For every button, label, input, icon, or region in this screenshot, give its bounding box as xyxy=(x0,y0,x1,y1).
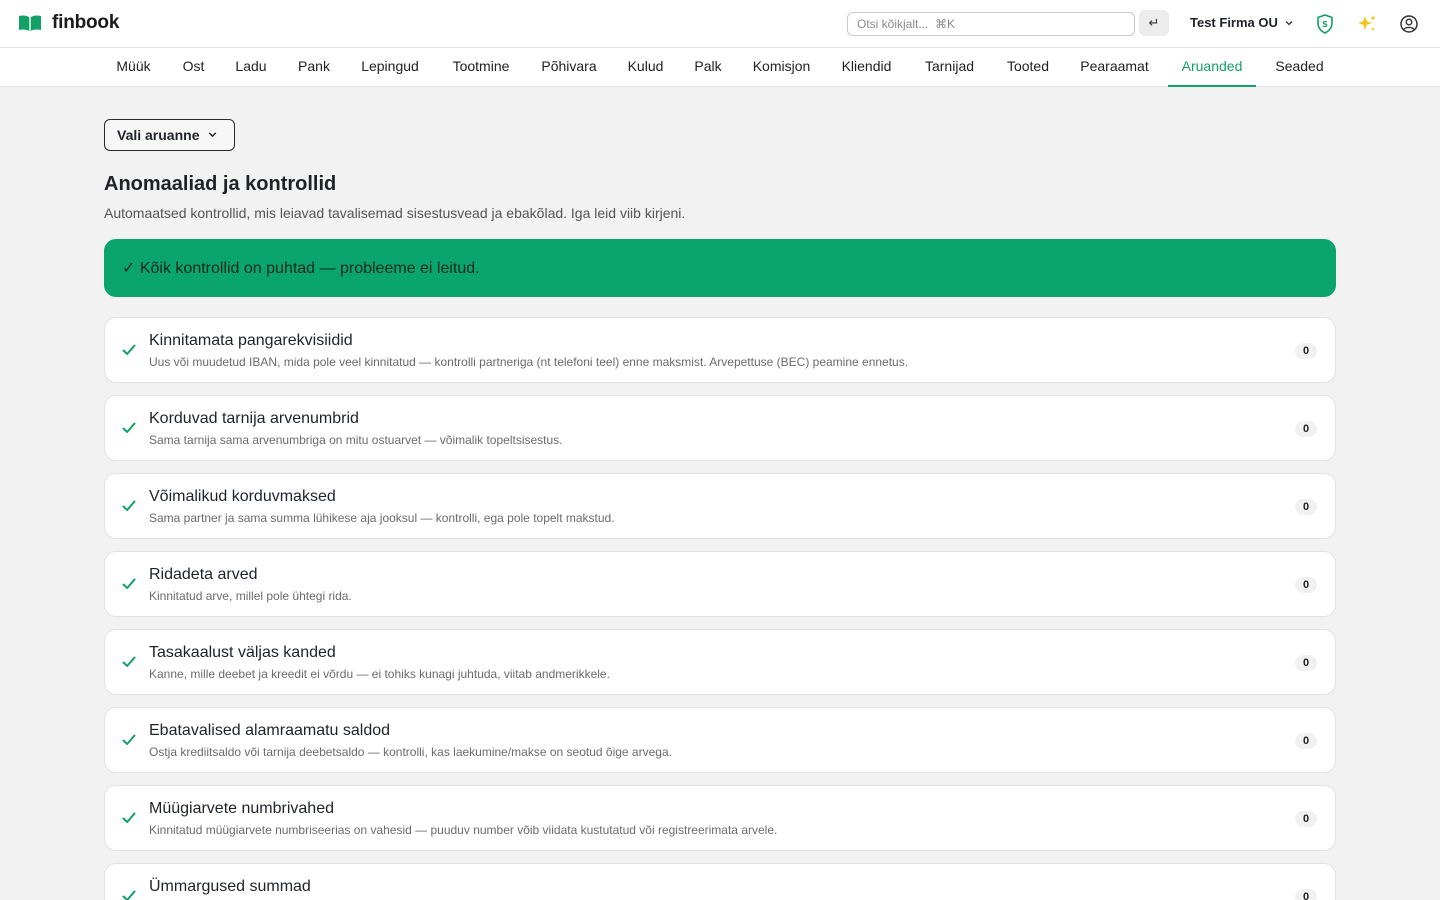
checkmark-icon xyxy=(121,654,137,670)
nav-item-tootmine[interactable]: Tootmine xyxy=(439,48,523,87)
check-title: Ümmargused summad xyxy=(149,878,311,895)
app-name: finbook xyxy=(52,12,120,33)
checkmark-icon xyxy=(121,810,137,826)
checkmark-icon xyxy=(121,498,137,514)
check-card[interactable]: Ümmargused summad 0 xyxy=(104,863,1336,900)
report-select-dropdown[interactable]: Vali aruanne xyxy=(104,119,235,151)
nav-item-seaded[interactable]: Seaded xyxy=(1263,48,1336,87)
check-title: Korduvad tarnija arvenumbrid xyxy=(149,410,359,427)
check-card[interactable]: Tasakaalust väljas kanded Kanne, mille d… xyxy=(104,629,1336,695)
check-card[interactable]: Müügiarvete numbrivahed Kinnitatud müügi… xyxy=(104,785,1336,851)
book-icon xyxy=(18,14,42,32)
all-checks-clean-banner: ✓ Kõik kontrollid on puhtad — probleeme … xyxy=(104,239,1336,297)
nav-item-ladu[interactable]: Ladu xyxy=(224,48,278,87)
issue-count-badge: 0 xyxy=(1295,343,1317,359)
check-card[interactable]: Ridadeta arved Kinnitatud arve, millel p… xyxy=(104,551,1336,617)
check-description: Kinnitatud arve, millel pole ühtegi rida… xyxy=(149,589,352,603)
shield-icon[interactable]: S xyxy=(1314,13,1336,35)
top-bar: finbook ↵ Test Firma OU S xyxy=(0,0,1440,48)
nav-item-lepingud[interactable]: Lepingud xyxy=(348,48,432,87)
nav-item-ost[interactable]: Ost xyxy=(170,48,217,87)
user-account-icon[interactable] xyxy=(1398,13,1420,35)
checkmark-icon xyxy=(121,342,137,358)
check-description: Ostja krediitsaldo või tarnija deebetsal… xyxy=(149,745,672,759)
checkmark-icon xyxy=(121,576,137,592)
check-description: Uus või muudetud IBAN, mida pole veel ki… xyxy=(149,355,909,369)
issue-count-badge: 0 xyxy=(1295,499,1317,515)
check-description: Kinnitatud müügiarvete numbriseerias on … xyxy=(149,823,778,837)
company-switcher[interactable]: Test Firma OU xyxy=(1190,15,1294,30)
page-description: Automaatsed kontrollid, mis leiavad tava… xyxy=(104,205,686,221)
sparkle-icon[interactable] xyxy=(1356,13,1378,35)
check-description: Kanne, mille deebet ja kreedit ei võrdu … xyxy=(149,667,610,681)
issue-count-badge: 0 xyxy=(1295,889,1317,900)
checkmark-icon xyxy=(121,888,137,900)
issue-count-badge: 0 xyxy=(1295,655,1317,671)
nav-item-kulud[interactable]: Kulud xyxy=(615,48,676,87)
success-message: ✓ Kõik kontrollid on puhtad — probleeme … xyxy=(122,260,480,277)
main-nav: Müük Ost Ladu Pank Lepingud Tootmine Põh… xyxy=(0,48,1440,87)
check-title: Tasakaalust väljas kanded xyxy=(149,644,336,661)
nav-item-tooted[interactable]: Tooted xyxy=(994,48,1062,87)
check-title: Ebatavalised alamraamatu saldod xyxy=(149,722,391,739)
check-card[interactable]: Korduvad tarnija arvenumbrid Sama tarnij… xyxy=(104,395,1336,461)
check-card[interactable]: Ebatavalised alamraamatu saldod Ostja kr… xyxy=(104,707,1336,773)
check-card[interactable]: Kinnitamata pangarekvisiidid Uus või muu… xyxy=(104,317,1336,383)
issue-count-badge: 0 xyxy=(1295,811,1317,827)
issue-count-badge: 0 xyxy=(1295,577,1317,593)
nav-item-pearaamat[interactable]: Pearaamat xyxy=(1068,48,1161,87)
search-input[interactable] xyxy=(857,17,1125,31)
report-select-label: Vali aruanne xyxy=(117,127,200,143)
nav-item-pohivara[interactable]: Põhivara xyxy=(529,48,609,87)
check-title: Ridadeta arved xyxy=(149,566,258,583)
global-search[interactable] xyxy=(847,12,1135,36)
checkmark-icon xyxy=(121,732,137,748)
chevron-down-icon xyxy=(207,127,218,143)
nav-item-komisjon[interactable]: Komisjon xyxy=(740,48,823,87)
check-description: Sama tarnija sama arvenumbriga on mitu o… xyxy=(149,433,563,447)
logo[interactable]: finbook xyxy=(18,12,119,34)
check-title: Kinnitamata pangarekvisiidid xyxy=(149,332,353,349)
nav-item-tarnijad[interactable]: Tarnijad xyxy=(911,48,988,87)
issue-count-badge: 0 xyxy=(1295,733,1317,749)
nav-item-aruanded[interactable]: Aruanded xyxy=(1168,48,1256,87)
nav-item-muuk[interactable]: Müük xyxy=(104,48,163,87)
page-title: Anomaaliad ja kontrollid xyxy=(104,173,337,195)
nav-item-palk[interactable]: Palk xyxy=(682,48,734,87)
check-card[interactable]: Võimalikud korduvmaksed Sama partner ja … xyxy=(104,473,1336,539)
search-submit-button[interactable]: ↵ xyxy=(1139,10,1169,36)
check-title: Müügiarvete numbrivahed xyxy=(149,800,334,817)
check-title: Võimalikud korduvmaksed xyxy=(149,488,336,505)
svg-text:S: S xyxy=(1322,20,1328,29)
nav-item-pank[interactable]: Pank xyxy=(286,48,342,87)
company-name: Test Firma OU xyxy=(1190,15,1278,30)
check-description: Sama partner ja sama summa lühikese aja … xyxy=(149,511,615,525)
nav-item-kliendid[interactable]: Kliendid xyxy=(829,48,904,87)
chevron-down-icon xyxy=(1284,18,1294,28)
checkmark-icon xyxy=(121,420,137,436)
issue-count-badge: 0 xyxy=(1295,421,1317,437)
